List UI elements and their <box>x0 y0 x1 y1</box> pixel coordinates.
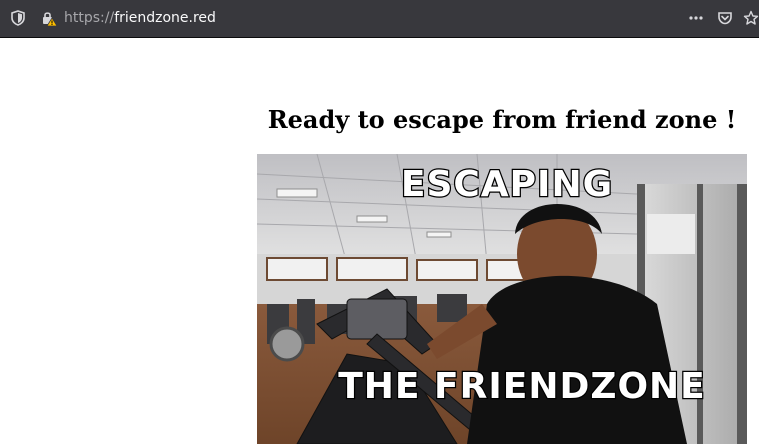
star-icon[interactable] <box>743 10 759 26</box>
browser-toolbar: https://friendzone.red <box>0 0 759 38</box>
more-dots-icon[interactable] <box>688 10 704 26</box>
bottom-caption: THE FRIENDZONE <box>338 366 706 407</box>
url-scheme: https:// <box>64 10 115 26</box>
url-host: friendzone.red <box>114 10 216 26</box>
meme-gif: ESCAPING THE FRIENDZONE <box>257 154 747 444</box>
page-content: Ready to escape from friend zone ! ESCAP… <box>0 38 759 444</box>
lock-warning-icon[interactable] <box>41 10 57 26</box>
page-heading: Ready to escape from friend zone ! <box>267 105 737 134</box>
top-caption: ESCAPING <box>401 164 613 205</box>
shield-icon[interactable] <box>10 10 26 26</box>
address-bar-url[interactable]: https://friendzone.red <box>64 9 216 27</box>
pocket-icon[interactable] <box>717 10 733 26</box>
